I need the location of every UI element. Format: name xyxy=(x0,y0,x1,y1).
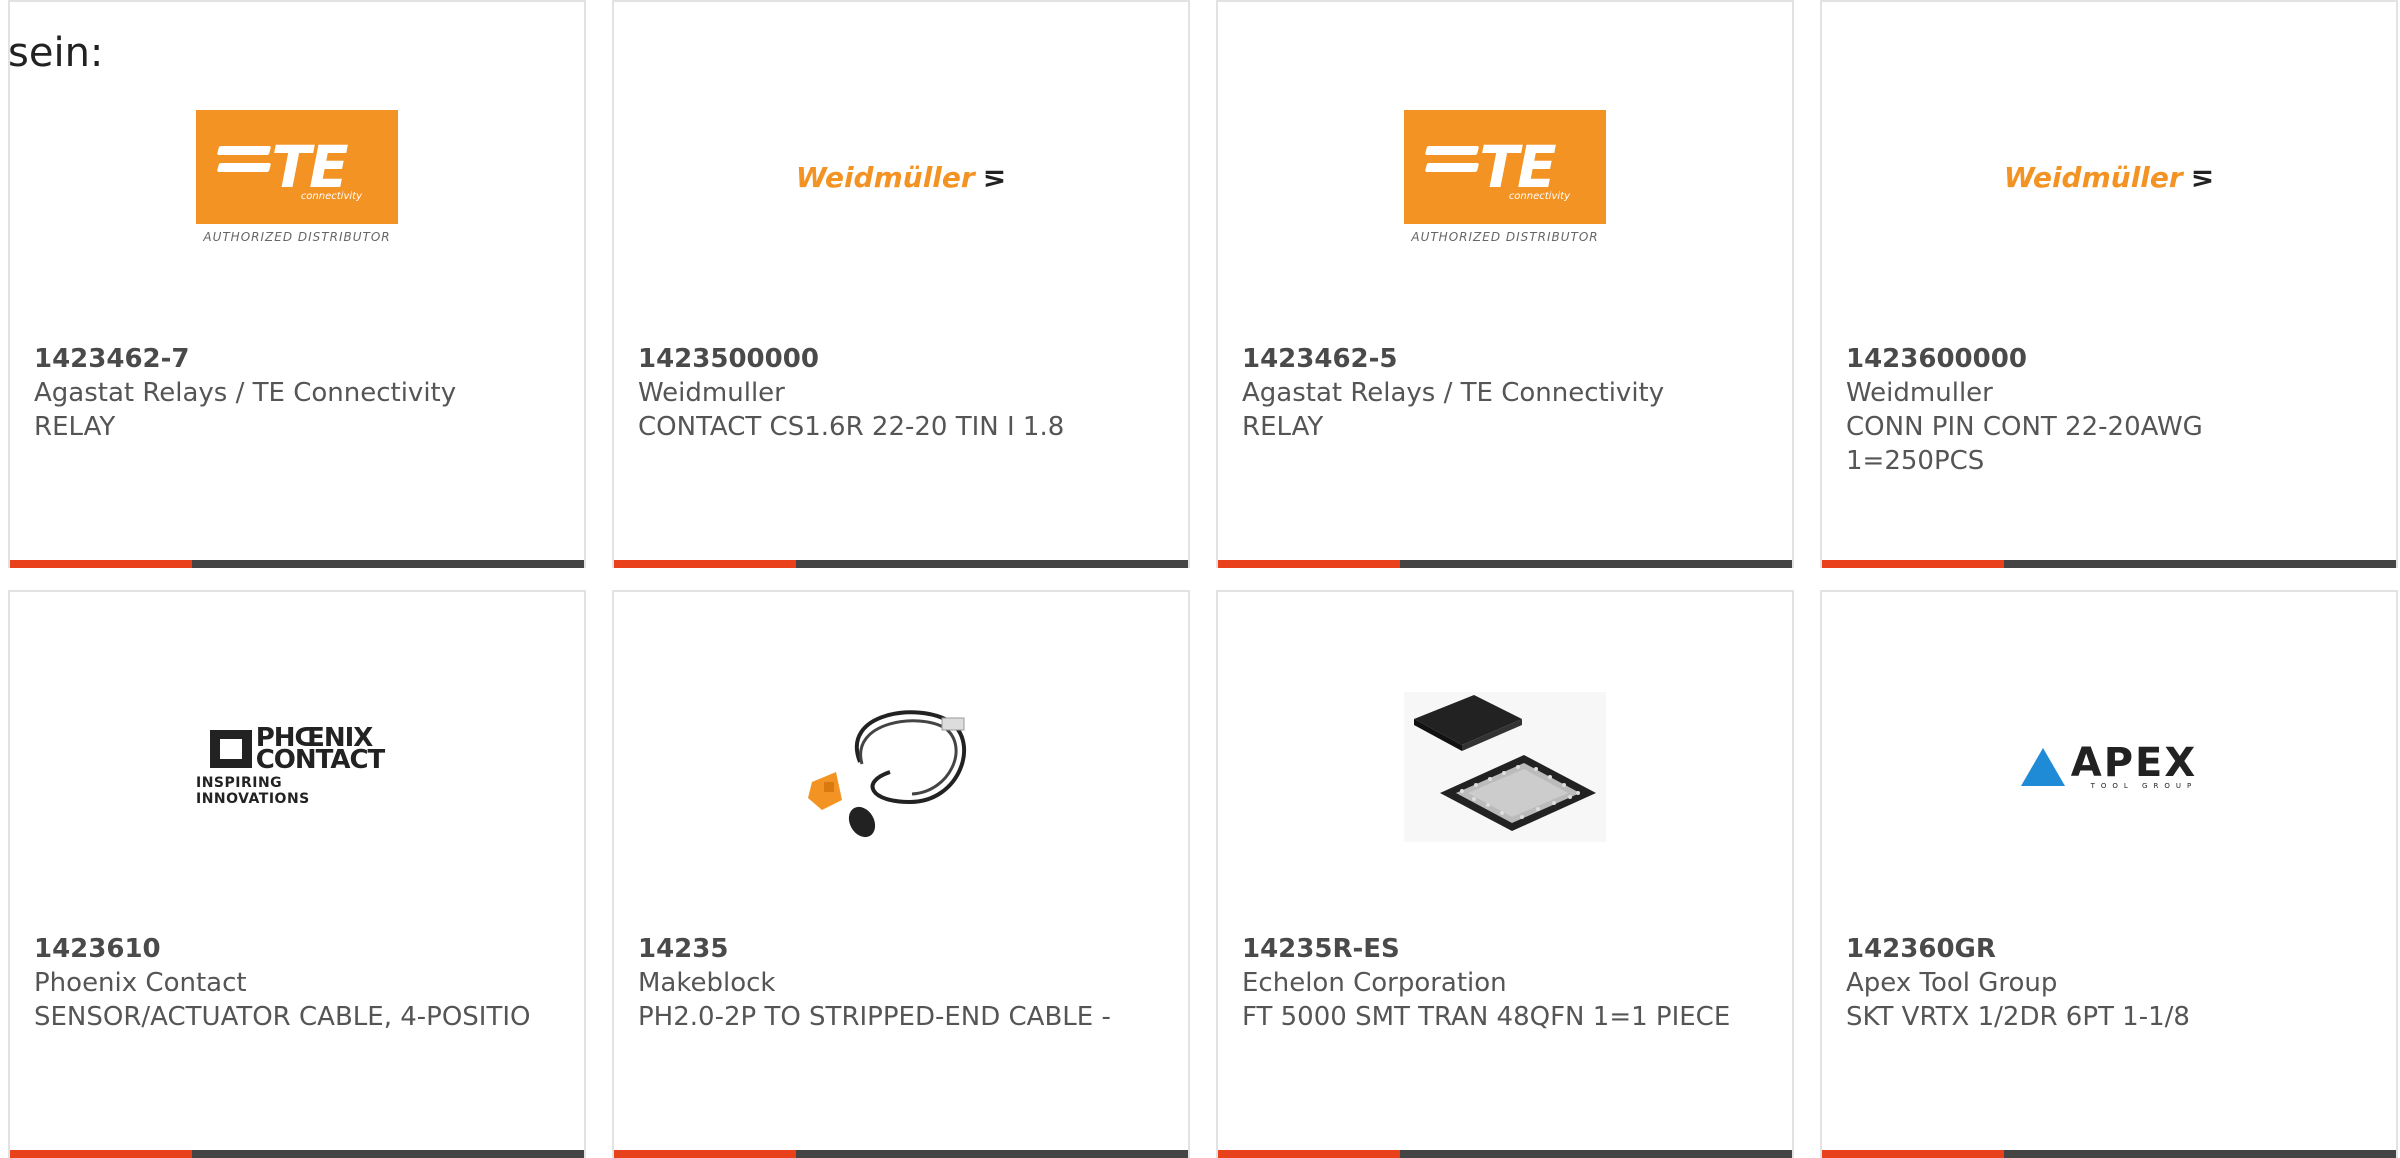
card-bar xyxy=(614,1150,1188,1158)
card-bar xyxy=(1822,1150,2396,1158)
manufacturer: Weidmuller xyxy=(1846,378,1993,408)
description: RELAY xyxy=(34,412,116,442)
part-number[interactable]: 1423462-5 xyxy=(1242,342,1742,376)
part-number[interactable]: 1423500000 xyxy=(638,342,1138,376)
intro-text: sein: xyxy=(8,30,104,76)
card-bar xyxy=(10,1150,584,1158)
weidmuller-logo: Weidmüller ⋝ xyxy=(2003,160,2215,194)
card-bar xyxy=(10,560,584,568)
description: CONTACT CS1.6R 22-20 TIN I 1.8 xyxy=(638,412,1065,442)
part-number[interactable]: 1423600000 xyxy=(1846,342,2346,376)
manufacturer: Apex Tool Group xyxy=(1846,968,2058,998)
manufacturer: Agastat Relays / TE Connectivity xyxy=(34,378,457,408)
product-card[interactable]: APEX TOOL GROUP 142360GR Apex Tool Group … xyxy=(1820,590,2398,1158)
manufacturer: Echelon Corporation xyxy=(1242,968,1507,998)
phoenix-logo: PHŒNIX CONTACT INSPIRING INNOVATIONS xyxy=(196,723,385,807)
te-logo: TE connectivity AUTHORIZED DISTRIBUTOR xyxy=(196,102,398,252)
product-card[interactable]: PHŒNIX CONTACT INSPIRING INNOVATIONS 1423… xyxy=(8,590,586,1158)
manufacturer: Agastat Relays / TE Connectivity xyxy=(1242,378,1665,408)
card-bar xyxy=(1218,1150,1792,1158)
cable-image xyxy=(800,692,1002,842)
product-card[interactable]: 14235R-ES Echelon Corporation FT 5000 SM… xyxy=(1216,590,1794,1158)
description: PH2.0-2P TO STRIPPED-END CABLE - xyxy=(638,1002,1111,1032)
description: CONN PIN CONT 22-20AWG 1=250PCS xyxy=(1846,412,2203,476)
card-bar xyxy=(1218,560,1792,568)
description: SKT VRTX 1/2DR 6PT 1-1/8 xyxy=(1846,1002,2190,1032)
part-number[interactable]: 14235 xyxy=(638,932,1138,966)
part-number[interactable]: 1423462-7 xyxy=(34,342,534,376)
product-card[interactable]: Weidmüller ⋝ 1423600000 Weidmuller CONN P… xyxy=(1820,0,2398,568)
card-bar xyxy=(1822,560,2396,568)
product-card[interactable]: TE connectivity AUTHORIZED DISTRIBUTOR 1… xyxy=(1216,0,1794,568)
description: SENSOR/ACTUATOR CABLE, 4-POSITIO xyxy=(34,1002,531,1032)
description: RELAY xyxy=(1242,412,1324,442)
product-card[interactable]: 14235 Makeblock PH2.0-2P TO STRIPPED-END… xyxy=(612,590,1190,1158)
part-number[interactable]: 14235R-ES xyxy=(1242,932,1742,966)
weidmuller-logo: Weidmüller ⋝ xyxy=(795,160,1007,194)
manufacturer: Phoenix Contact xyxy=(34,968,247,998)
product-card[interactable]: TE connectivity AUTHORIZED DISTRIBUTOR 1… xyxy=(8,0,586,568)
part-number[interactable]: 1423610 xyxy=(34,932,534,966)
card-bar xyxy=(614,560,1188,568)
manufacturer: Weidmuller xyxy=(638,378,785,408)
apex-logo: APEX TOOL GROUP xyxy=(2008,692,2210,842)
product-card[interactable]: Weidmüller ⋝ 1423500000 Weidmuller CONTAC… xyxy=(612,0,1190,568)
chip-image xyxy=(1404,692,1606,842)
part-number[interactable]: 142360GR xyxy=(1846,932,2346,966)
te-logo: TE connectivity AUTHORIZED DISTRIBUTOR xyxy=(1404,102,1606,252)
description: FT 5000 SMT TRAN 48QFN 1=1 PIECE xyxy=(1242,1002,1731,1032)
manufacturer: Makeblock xyxy=(638,968,776,998)
